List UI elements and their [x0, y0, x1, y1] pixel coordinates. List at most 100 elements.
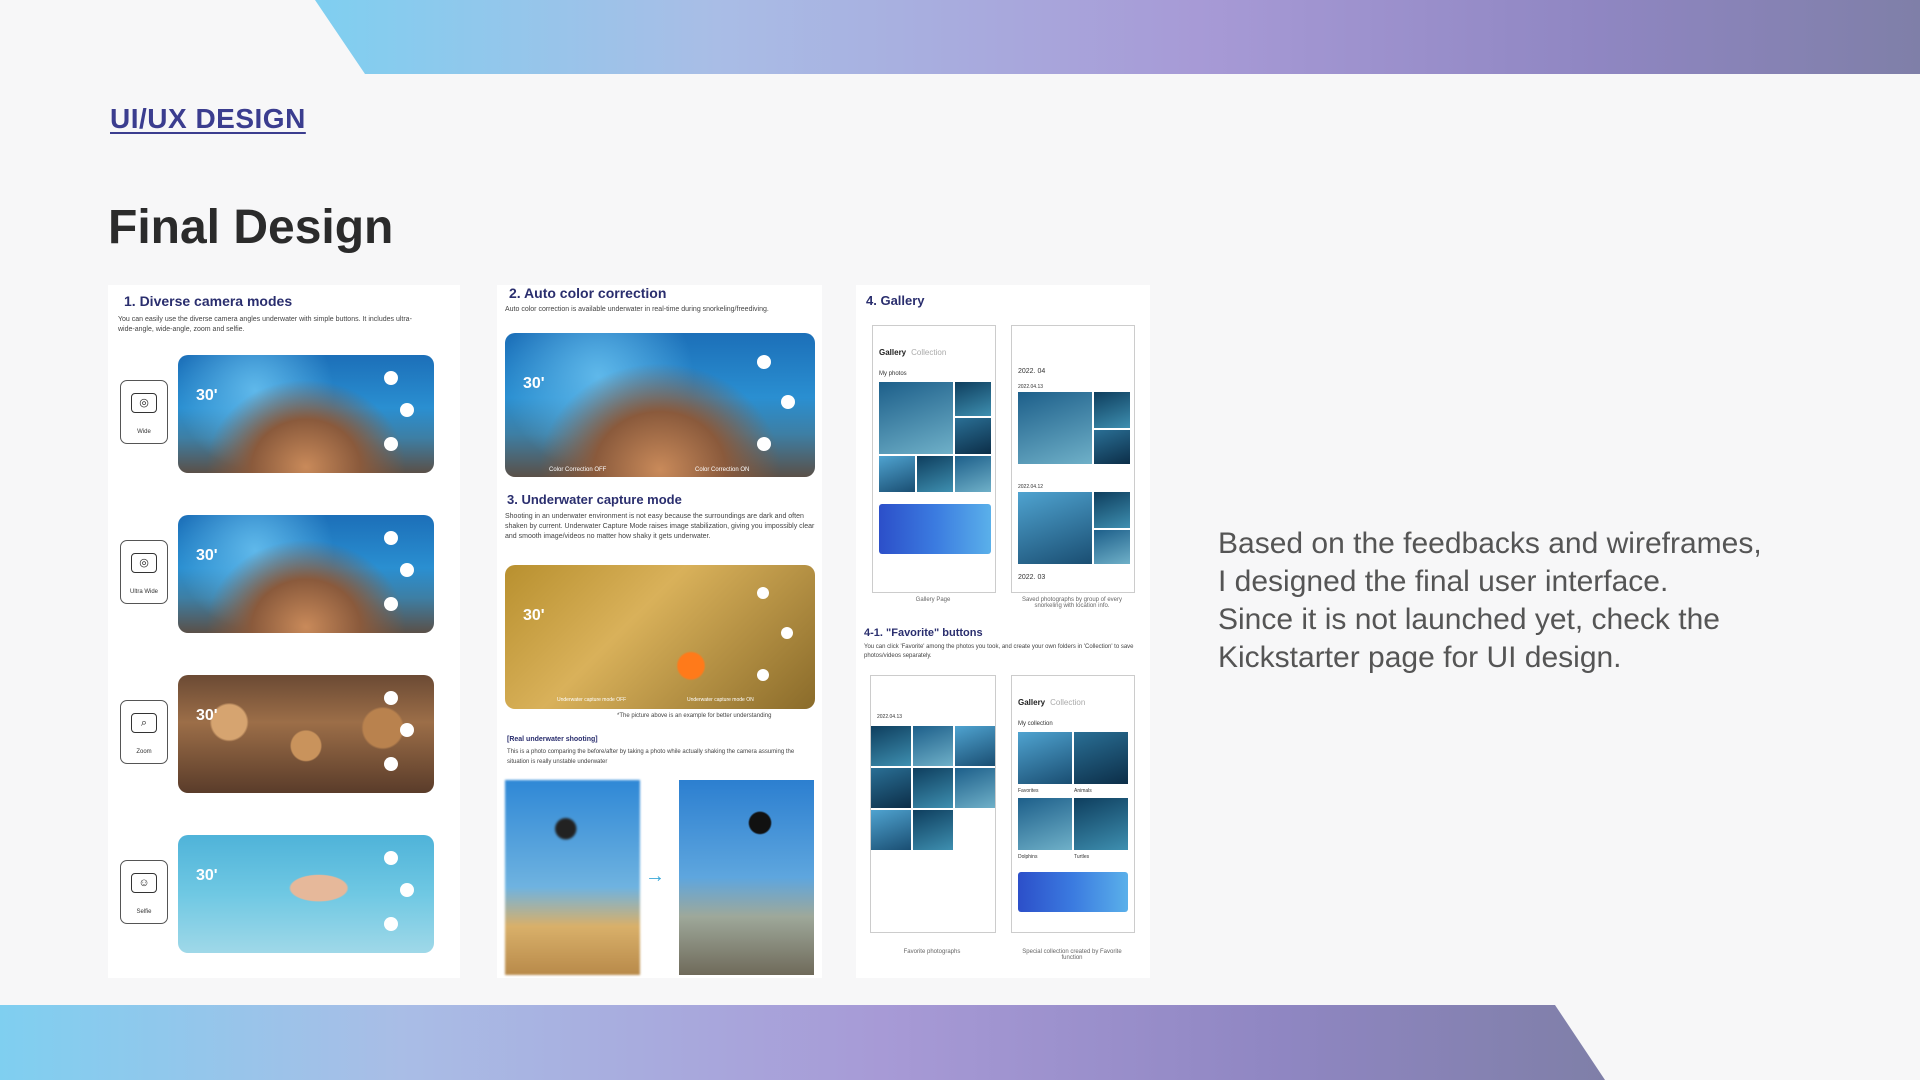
control-dot[interactable] — [757, 669, 769, 681]
color-correct-banner[interactable] — [879, 504, 991, 554]
date-row: 2022.04.13 — [1018, 384, 1044, 390]
caption-gallery: Gallery Page — [915, 597, 951, 603]
zoom-icon: ⌕ — [131, 713, 157, 733]
collection-label: Dolphins — [1018, 854, 1038, 860]
caption-special: Special collection created by Favorite f… — [1022, 949, 1122, 961]
photo-thumbnail[interactable] — [879, 382, 953, 454]
control-dot[interactable] — [400, 723, 414, 737]
collection-animals-thumb[interactable] — [1074, 732, 1128, 784]
real-shooting-title: [Real underwater shooting] — [507, 736, 598, 743]
panel-color-correction: 2. Auto color correction Auto color corr… — [497, 285, 822, 978]
mode-label: Selfie — [136, 909, 152, 915]
tab-gallery[interactable]: Gallery — [1018, 698, 1045, 707]
control-dot[interactable] — [400, 403, 414, 417]
photo-thumbnail[interactable] — [879, 456, 915, 492]
timer-readout: 30' — [196, 867, 218, 884]
photo-after — [679, 780, 814, 975]
tab-gallery[interactable]: Gallery — [879, 348, 906, 357]
date-heading: 2022. 03 — [1018, 574, 1046, 581]
phone-favorites: 2022.04.13 — [870, 675, 996, 933]
control-dot[interactable] — [781, 395, 795, 409]
photo-thumbnail[interactable] — [1018, 492, 1092, 564]
caption-saved: Saved photographs by group of every snor… — [1021, 597, 1123, 609]
mode-button-ultra-wide[interactable]: ◎ Ultra Wide — [120, 540, 168, 604]
collection-turtles-thumb[interactable] — [1074, 798, 1128, 850]
control-dot[interactable] — [384, 757, 398, 771]
panel-text: You can easily use the diverse camera an… — [118, 316, 412, 333]
collection-label: Turtles — [1074, 854, 1090, 860]
date-row: 2022.04.13 — [877, 714, 903, 720]
phone-my-photos: 2022. 04 2022.04.13 2022.04.12 2022. 03 — [1011, 325, 1135, 593]
photo-thumbnail[interactable] — [1018, 392, 1092, 464]
photo-thumbnail[interactable] — [955, 768, 995, 808]
panel-text: Auto color correction is available under… — [505, 306, 769, 313]
control-dot[interactable] — [384, 917, 398, 931]
photo-thumbnail[interactable] — [871, 726, 911, 766]
photo-thumbnail[interactable] — [1094, 492, 1130, 528]
collection-tabs: Gallery Collection — [1018, 698, 1085, 707]
photo-thumbnail[interactable] — [955, 456, 991, 492]
control-dot[interactable] — [384, 691, 398, 705]
control-dot[interactable] — [400, 563, 414, 577]
label-capture-off: Underwater capture mode OFF — [557, 697, 627, 703]
photo-thumbnail[interactable] — [917, 456, 953, 492]
panel-title: 1. Diverse camera modes — [124, 293, 293, 309]
arrow-right-icon: → — [645, 865, 665, 887]
control-dot[interactable] — [757, 355, 771, 369]
control-dot[interactable] — [384, 597, 398, 611]
tab-collection[interactable]: Collection — [1050, 698, 1085, 707]
date-heading: 2022. 04 — [1018, 368, 1046, 375]
real-shooting-text: This is a photo comparing the before/aft… — [507, 749, 795, 765]
control-dot[interactable] — [384, 371, 398, 385]
photo-thumbnail[interactable] — [913, 726, 953, 766]
photo-thumbnail[interactable] — [871, 810, 911, 850]
collection-label: Animals — [1074, 788, 1092, 794]
photo-thumbnail[interactable] — [913, 810, 953, 850]
color-correct-banner[interactable] — [1018, 872, 1128, 912]
photo-thumbnail[interactable] — [955, 726, 995, 766]
phone-gallery-page: Gallery Collection My photos — [872, 325, 996, 593]
control-dot[interactable] — [384, 851, 398, 865]
caption-favorites: Favorite photographs — [903, 949, 961, 955]
photo-thumbnail[interactable] — [913, 768, 953, 808]
control-dot[interactable] — [400, 883, 414, 897]
timer-readout: 30' — [196, 387, 218, 404]
control-dot[interactable] — [757, 587, 769, 599]
date-row: 2022.04.12 — [1018, 484, 1044, 490]
top-gradient-band — [315, 0, 1920, 74]
control-dot[interactable] — [757, 437, 771, 451]
panel-title: 2. Auto color correction — [509, 285, 667, 301]
collection-dolphins-thumb[interactable] — [1018, 798, 1072, 850]
tab-collection[interactable]: Collection — [911, 348, 946, 357]
preview-selfie: 30' — [178, 835, 434, 953]
panel-gallery: 4. Gallery Gallery Collection My photos G… — [856, 285, 1150, 978]
mode-button-zoom[interactable]: ⌕ Zoom — [120, 700, 168, 764]
mode-button-selfie[interactable]: ☺ Selfie — [120, 860, 168, 924]
collection-favorites-thumb[interactable] — [1018, 732, 1072, 784]
photo-before — [505, 780, 640, 975]
photo-thumbnail[interactable] — [871, 768, 911, 808]
description: Based on the feedbacks and wireframes, I… — [1218, 525, 1898, 677]
mode-button-wide[interactable]: ◎ Wide — [120, 380, 168, 444]
bottom-gradient-band — [0, 1005, 1605, 1080]
mode-label: Wide — [137, 429, 151, 435]
control-dot[interactable] — [384, 437, 398, 451]
preview-capture-mode: 30' Underwater capture mode OFF Underwat… — [505, 565, 815, 709]
photo-thumbnail[interactable] — [955, 418, 991, 454]
selfie-icon: ☺ — [131, 873, 157, 893]
photo-thumbnail[interactable] — [1094, 392, 1130, 428]
description-line: I designed the final user interface. — [1218, 565, 1669, 598]
photo-thumbnail[interactable] — [955, 382, 991, 416]
description-line: Based on the feedbacks and wireframes, — [1218, 527, 1762, 560]
preview-zoom: 30' — [178, 675, 434, 793]
mode-label: Ultra Wide — [129, 589, 158, 595]
preview-wide: 30' — [178, 355, 434, 473]
preview-color-correction: 30' Color Correction OFF Color Correctio… — [505, 333, 815, 477]
control-dot[interactable] — [384, 531, 398, 545]
description-line: Since it is not launched yet, check the — [1218, 603, 1720, 636]
photo-thumbnail[interactable] — [1094, 530, 1130, 564]
control-dot[interactable] — [781, 627, 793, 639]
photo-thumbnail[interactable] — [1094, 430, 1130, 464]
timer-readout: 30' — [523, 375, 545, 392]
camera-icon: ◎ — [131, 393, 157, 413]
